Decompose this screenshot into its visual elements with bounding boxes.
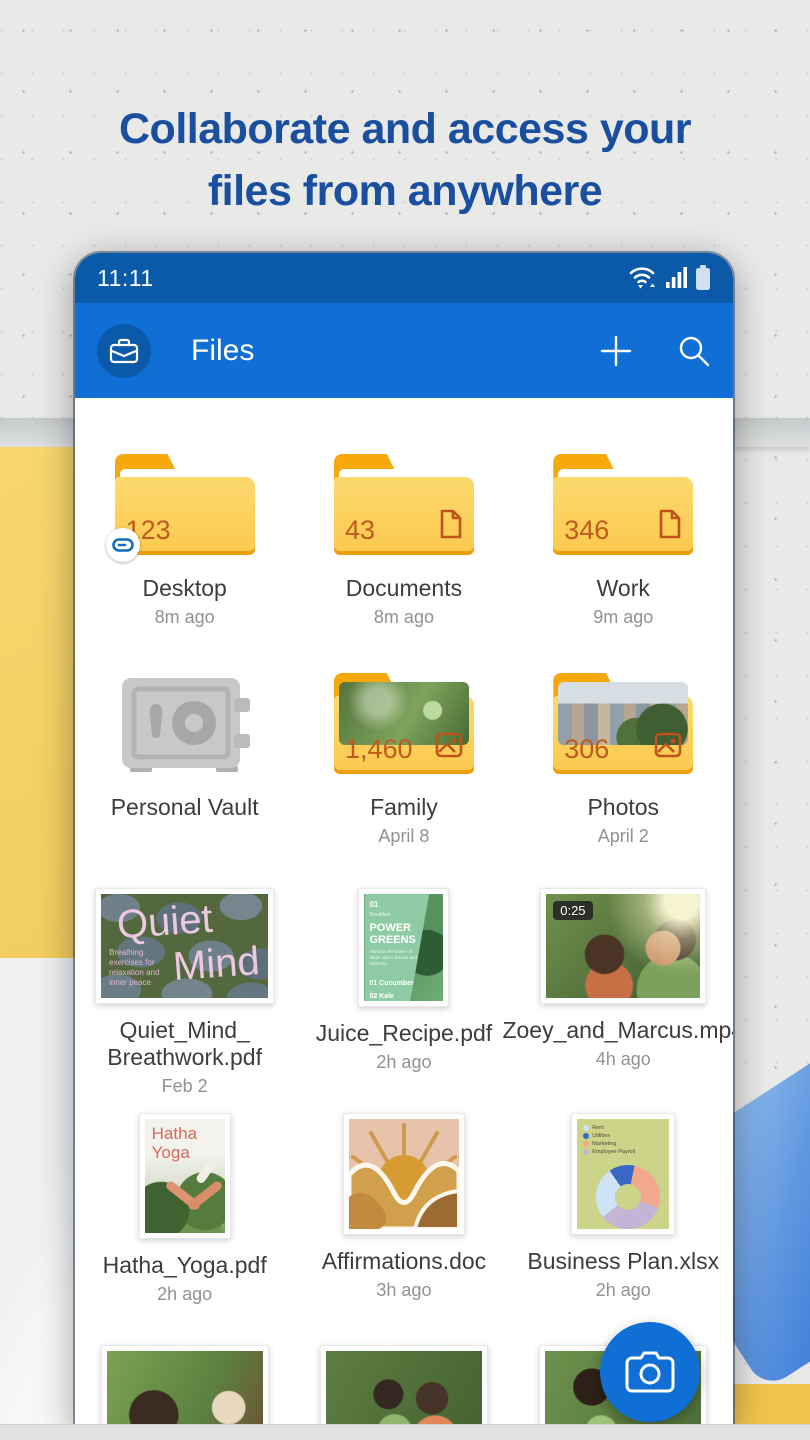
tile-family-folder[interactable]: 1,460 Family April 8 [294, 670, 513, 847]
flyer-tag: Breakfast [369, 912, 438, 918]
folder-item-count: 306 [564, 734, 609, 765]
cover-word: Mind [172, 939, 262, 990]
camera-icon [624, 1350, 676, 1394]
image-icon [435, 732, 463, 763]
tile-timestamp: 3h ago [376, 1280, 431, 1301]
image-icon [654, 732, 682, 763]
tile-affirmations-doc[interactable]: Affirmations.doc 3h ago [294, 1113, 513, 1305]
background-floor [0, 1424, 810, 1440]
file-name: Hatha_Yoga.pdf [103, 1252, 267, 1279]
photo-folder-icon: 306 [553, 673, 693, 774]
spreadsheet-thumbnail: Rent Utilities Marketing Employee Payrol… [571, 1113, 675, 1235]
status-bar: 11:11 [75, 253, 733, 303]
tile-work-folder[interactable]: 346 Work 9m ago [514, 449, 733, 628]
tile-label: Personal Vault [111, 794, 259, 821]
folder-icon: 123 [115, 454, 255, 555]
tile-hatha-yoga-pdf[interactable]: Hatha Yoga Hatha_Yoga.pdf 2h ago [75, 1113, 294, 1305]
cover-caption: Breathing exercises for relaxation and i… [109, 948, 171, 988]
legend-label: Rent [592, 1125, 604, 1131]
plus-icon[interactable] [599, 334, 633, 368]
cover-word: Quiet [116, 897, 215, 949]
tile-documents-folder[interactable]: 43 Documents 8m ago [294, 449, 513, 628]
phone-mockup: 11:11 [75, 253, 733, 1425]
tile-timestamp: 2h ago [596, 1280, 651, 1301]
shared-link-icon [106, 528, 140, 562]
legend-label: Employee Payroll [592, 1149, 635, 1155]
tile-timestamp: April 8 [378, 826, 429, 847]
app-bar: Files [75, 303, 733, 398]
folder-item-count: 1,460 [345, 734, 413, 765]
folder-icon: 346 [553, 454, 693, 555]
tile-business-plan-xlsx[interactable]: Rent Utilities Marketing Employee Payrol… [514, 1113, 733, 1305]
tile-photo-file[interactable] [294, 1345, 513, 1425]
signal-strength-icon [666, 266, 688, 290]
tile-timestamp: 2h ago [157, 1284, 212, 1305]
file-thumbnail: Quiet Mind Breathing exercises for relax… [95, 888, 274, 1004]
tile-timestamp: Feb 2 [162, 1076, 208, 1097]
file-thumbnail: 01 Breakfast POWER GREENS Harness the po… [358, 888, 449, 1007]
wifi-arrows-icon [629, 265, 659, 291]
tile-timestamp: 9m ago [593, 607, 653, 628]
folder-icon: 43 [334, 454, 474, 555]
tile-quiet-mind-pdf[interactable]: Quiet Mind Breathing exercises for relax… [75, 888, 294, 1097]
file-name: Juice_Recipe.pdf [316, 1020, 492, 1047]
boho-sun-art [349, 1119, 459, 1229]
tile-juice-recipe-pdf[interactable]: 01 Breakfast POWER GREENS Harness the po… [294, 888, 513, 1097]
photo-folder-icon: 1,460 [334, 673, 474, 774]
file-name: Zoey_and_Marcus.mp4 [502, 1017, 733, 1044]
tile-label: Desktop [142, 575, 226, 602]
vault-safe-icon [116, 676, 254, 774]
camera-fab-button[interactable] [600, 1322, 700, 1422]
screen-title: Files [191, 334, 599, 368]
page-title-line2: files from anywhere [0, 160, 810, 222]
document-icon [439, 509, 463, 544]
legend-label: Marketing [592, 1141, 616, 1147]
file-thumbnail: Hatha Yoga [139, 1113, 231, 1239]
tile-timestamp: 8m ago [374, 607, 434, 628]
file-thumbnail [343, 1113, 465, 1235]
file-name: Business Plan.xlsx [527, 1248, 719, 1275]
tile-label: Documents [346, 575, 462, 602]
battery-icon [695, 265, 711, 291]
tile-timestamp: 4h ago [596, 1049, 651, 1070]
tile-photos-folder[interactable]: 306 Photos April 2 [514, 670, 733, 847]
tile-timestamp: 8m ago [155, 607, 215, 628]
tile-photo-file[interactable] [75, 1345, 294, 1425]
page-title-line1: Collaborate and access your [0, 98, 810, 160]
status-icons [629, 265, 711, 291]
photo-thumbnail [101, 1345, 269, 1425]
search-icon[interactable] [677, 334, 711, 368]
yoga-figure [194, 1158, 216, 1184]
account-button[interactable] [97, 324, 151, 378]
tile-personal-vault[interactable]: Personal Vault [75, 670, 294, 847]
folder-item-count: 43 [345, 515, 375, 546]
tile-desktop-folder[interactable]: 123 Desktop 8m ago [75, 449, 294, 628]
screenshot-canvas: Collaborate and access your files from a… [0, 0, 810, 1440]
file-name: Quiet_Mind_ Breathwork.pdf [107, 1017, 262, 1071]
page-title: Collaborate and access your files from a… [0, 98, 810, 222]
flyer-kicker: 01 [369, 900, 438, 909]
folder-item-count: 346 [564, 515, 609, 546]
tile-label: Work [597, 575, 650, 602]
cover-title: Hatha Yoga [152, 1124, 197, 1162]
legend-label: Utilities [592, 1133, 610, 1139]
video-duration-badge: 0:25 [553, 901, 592, 920]
briefcase-icon [109, 337, 139, 365]
flyer-title: POWER GREENS [369, 922, 438, 946]
flyer-list: 01 Cucumber 02 Kale 03 Lemon [369, 977, 438, 1001]
tile-timestamp: April 2 [598, 826, 649, 847]
photo-thumbnail [320, 1345, 488, 1425]
files-grid: 123 Desktop 8m ago [75, 398, 733, 1425]
tile-label: Family [370, 794, 438, 821]
tile-timestamp: 2h ago [376, 1052, 431, 1073]
document-icon [658, 509, 682, 544]
tile-label: Photos [587, 794, 659, 821]
donut-chart [596, 1165, 660, 1229]
tile-zoey-marcus-video[interactable]: 0:25 Zoey_and_Marcus.mp4 4h ago [514, 888, 733, 1097]
video-thumbnail: 0:25 [540, 888, 706, 1004]
file-name: Affirmations.doc [322, 1248, 486, 1275]
flyer-subtitle: Harness the power of these vital mineral… [369, 949, 421, 967]
clock: 11:11 [97, 265, 154, 292]
